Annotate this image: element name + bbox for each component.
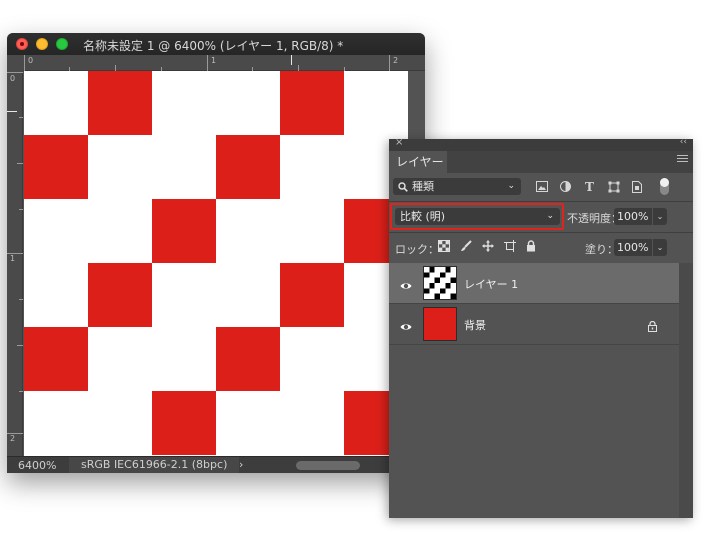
document-title: 名称未設定 1 @ 6400% (レイヤー 1, RGB/8) * [83,39,344,53]
shape-filter-icon[interactable] [608,181,620,195]
lock-label: ロック： [395,243,439,256]
panel-menu-icon[interactable] [677,155,688,164]
filter-toggle-switch[interactable] [660,178,669,195]
red-pixel [280,71,344,135]
document-status-bar: 6400% sRGB IEC61966-2.1 (8bpc) › [7,456,425,473]
type-filter-icon[interactable]: T [585,181,594,193]
lock-all-icon[interactable] [526,240,536,255]
layer-thumbnail[interactable] [423,307,457,341]
panel-tab-bar: レイヤー [389,151,693,173]
document-window: 名称未設定 1 @ 6400% (レイヤー 1, RGB/8) * 0 1 2 … [7,33,425,473]
ruler-label: 0 [28,56,34,65]
collapse-panel-icon[interactable]: ‹‹ [680,137,687,147]
vertical-ruler[interactable]: 0 1 2 [7,71,23,456]
ruler-label: 0 [10,74,16,83]
layer-row-background[interactable]: 背景 [389,304,679,345]
close-panel-icon[interactable]: × [395,137,403,148]
search-icon [398,178,408,197]
layer-thumbnail[interactable] [423,266,457,300]
horizontal-ruler[interactable]: 0 1 2 [23,55,425,71]
horizontal-scrollbar[interactable] [296,461,360,470]
lock-position-icon[interactable] [482,240,494,255]
document-titlebar[interactable]: 名称未設定 1 @ 6400% (レイヤー 1, RGB/8) * [7,33,425,56]
status-menu-chevron-icon[interactable]: › [239,458,243,471]
zoom-window-button[interactable] [56,38,68,50]
red-pixel [88,263,152,327]
ruler-label: 2 [393,56,399,65]
layers-list-scrollbar[interactable] [679,263,693,518]
blend-mode-select[interactable]: 比較 (明) ⌄ [395,208,560,225]
opacity-input[interactable]: 100% [614,208,652,225]
close-window-button[interactable] [16,38,28,50]
ruler-origin[interactable] [7,55,23,71]
chevron-down-icon: ⌄ [546,211,554,221]
lock-transparent-pixels-icon[interactable] [438,240,450,255]
lock-row: ロック： 塗り： 100% ⌄ [389,233,693,263]
image-filter-icon[interactable] [536,181,548,194]
fill-dropdown-icon[interactable]: ⌄ [653,239,667,256]
ruler-label: 1 [10,254,16,263]
red-pixel [24,135,88,199]
panel-header-bar[interactable]: × ‹‹ [389,137,693,151]
red-pixel [216,135,280,199]
red-pixel [88,71,152,135]
zoom-level[interactable]: 6400% [18,459,56,472]
blend-row: 比較 (明) ⌄ 不透明度： 100% ⌄ [389,202,693,232]
smart-object-filter-icon[interactable] [632,181,642,195]
tab-layers[interactable]: レイヤー [389,151,447,173]
opacity-dropdown-icon[interactable]: ⌄ [653,208,667,225]
filter-kind-select[interactable]: 種類 ⌄ [393,178,521,195]
lock-artboard-icon[interactable] [504,240,516,255]
filter-kind-label: 種類 [412,180,434,193]
red-pixel [280,263,344,327]
chevron-down-icon: ⌄ [507,181,515,191]
layer-name[interactable]: レイヤー 1 [464,276,518,292]
ruler-label: 1 [211,56,217,65]
red-pixel [24,327,88,391]
color-profile-info[interactable]: sRGB IEC61966-2.1 (8bpc) [69,457,239,473]
minimize-window-button[interactable] [36,38,48,50]
layer-filter-row: 種類 ⌄ T [389,173,693,201]
red-pixel [152,199,216,263]
lock-icon[interactable] [648,317,657,336]
fill-input[interactable]: 100% [614,239,652,256]
adjustment-filter-icon[interactable] [560,181,571,194]
layer-name[interactable]: 背景 [464,317,486,333]
ruler-label: 2 [10,434,16,443]
red-pixel [216,327,280,391]
layers-list: レイヤー 1 背景 [389,263,679,518]
layer-row-layer-1[interactable]: レイヤー 1 [389,263,679,304]
eye-icon[interactable] [400,277,412,289]
layers-panel: × ‹‹ レイヤー 種類 ⌄ T 比較 (明) ⌄ 不透明度： 100% ⌄ ロ… [389,137,693,518]
lock-image-pixels-icon[interactable] [460,240,472,255]
eye-icon[interactable] [400,318,412,330]
red-pixel [152,391,216,455]
canvas[interactable] [24,71,408,456]
blend-mode-value: 比較 (明) [400,210,446,223]
